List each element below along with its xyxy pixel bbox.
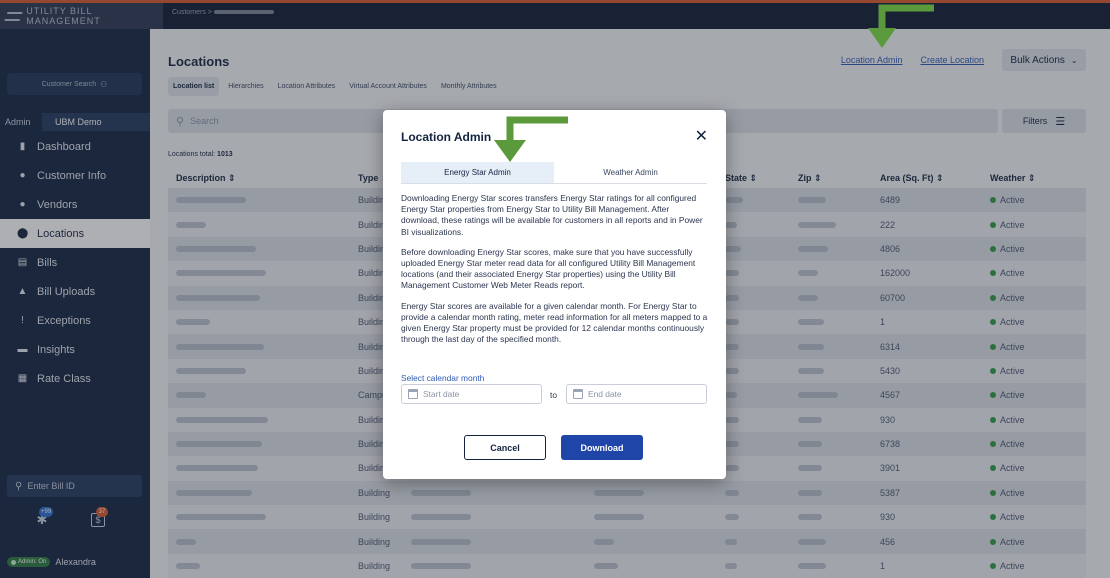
- calendar-icon: [408, 389, 418, 399]
- calendar-icon: [573, 389, 583, 399]
- start-date-input[interactable]: Start date: [401, 384, 542, 404]
- end-date-placeholder: End date: [588, 389, 622, 399]
- date-range-separator: to: [550, 390, 557, 400]
- close-icon[interactable]: ✕: [695, 126, 708, 146]
- annotation-arrow-location-admin: [868, 4, 934, 48]
- modal-tabs: Energy Star Admin Weather Admin: [401, 162, 707, 184]
- calendar-month-label: Select calendar month: [401, 373, 485, 383]
- download-button[interactable]: Download: [561, 435, 643, 460]
- cancel-button[interactable]: Cancel: [464, 435, 546, 460]
- location-admin-modal: Location Admin ✕ Energy Star Admin Weath…: [383, 110, 726, 479]
- start-date-placeholder: Start date: [423, 389, 460, 399]
- description-paragraph-1: Downloading Energy Star scores transfers…: [401, 193, 703, 237]
- tab-energy-star-admin[interactable]: Energy Star Admin: [401, 162, 554, 183]
- end-date-input[interactable]: End date: [566, 384, 707, 404]
- modal-title: Location Admin: [401, 130, 492, 144]
- modal-description: Downloading Energy Star scores transfers…: [401, 193, 709, 354]
- tab-weather-admin[interactable]: Weather Admin: [554, 162, 707, 183]
- annotation-arrow-energy-star: [494, 116, 568, 162]
- description-paragraph-3: Energy Star scores are available for a g…: [401, 300, 708, 345]
- description-paragraph-2: Before downloading Energy Star scores, m…: [401, 246, 696, 291]
